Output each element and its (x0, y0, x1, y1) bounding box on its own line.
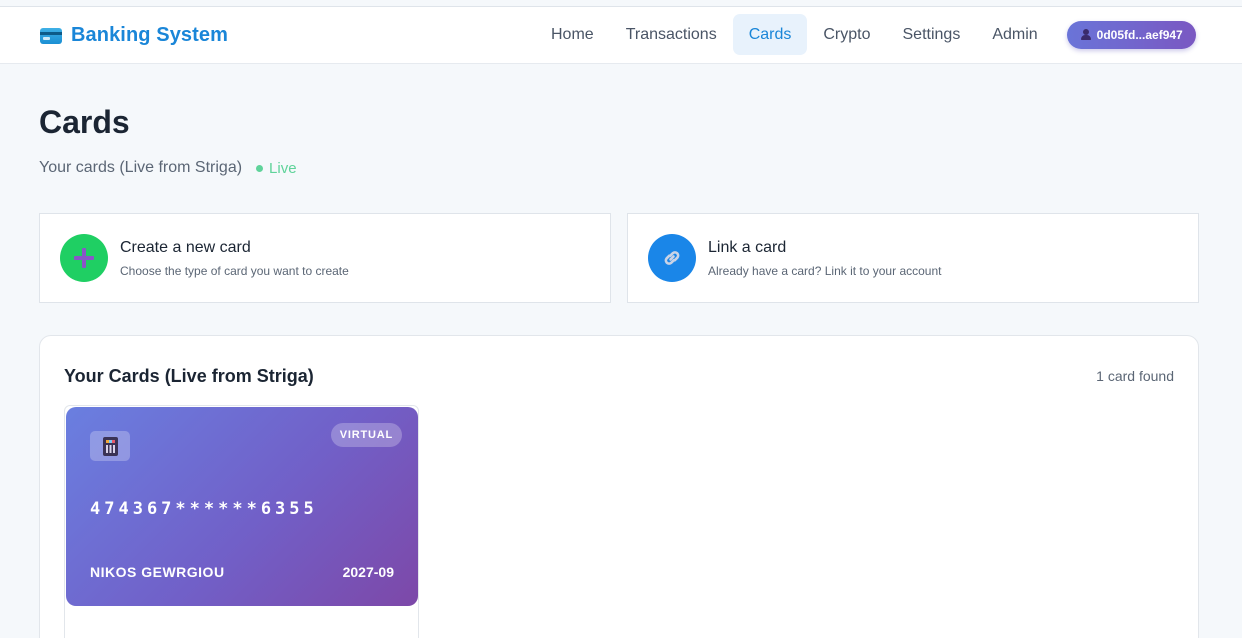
credit-card-icon (40, 27, 62, 44)
create-card-text: Create a new card Choose the type of car… (120, 239, 349, 278)
card-item[interactable]: VIRTUAL 474367******6355 NIKOS GEWRGIOU … (64, 405, 419, 638)
create-card-description: Choose the type of card you want to crea… (120, 263, 349, 278)
link-card-button[interactable]: Link a card Already have a card? Link it… (627, 213, 1199, 303)
live-dot-icon (256, 164, 264, 172)
cards-panel: Your Cards (Live from Striga) 1 card fou… (39, 335, 1199, 638)
user-account-button[interactable]: 0d05fd...aef947 (1066, 20, 1196, 49)
link-card-title: Link a card (708, 238, 787, 256)
plus-icon (74, 248, 94, 268)
nav-item-cards[interactable]: Cards (732, 14, 808, 55)
page-subtitle: Your cards (Live from Striga) Live (39, 159, 297, 177)
navbar: Banking System Home Transactions Cards C… (0, 7, 1242, 64)
card-chip (90, 431, 130, 461)
page-title: Cards (39, 104, 130, 140)
nav-item-settings[interactable]: Settings (887, 14, 977, 55)
card-type-badge: VIRTUAL (330, 423, 402, 447)
nav-item-admin[interactable]: Admin (976, 14, 1053, 55)
brand[interactable]: Banking System (40, 24, 228, 47)
card-expiry: 2027-09 (342, 564, 394, 580)
live-status-label: Live (269, 159, 297, 177)
subtitle-text: Your cards (Live from Striga) (39, 159, 243, 176)
nav-item-transactions[interactable]: Transactions (610, 14, 733, 55)
create-card-icon-circle (60, 234, 108, 282)
card-holder-name: NIKOS GEWRGIOU (90, 564, 225, 580)
create-card-title: Create a new card (120, 238, 251, 256)
link-card-description: Already have a card? Link it to your acc… (708, 263, 942, 278)
user-icon (1080, 29, 1091, 40)
cards-panel-title: Your Cards (Live from Striga) (64, 366, 314, 386)
nav-item-crypto[interactable]: Crypto (807, 14, 886, 55)
calculator-icon (102, 436, 118, 456)
link-icon (664, 251, 680, 265)
nav-item-home[interactable]: Home (535, 14, 610, 55)
link-card-icon-circle (648, 234, 696, 282)
user-id: 0d05fd...aef947 (1096, 27, 1183, 42)
card-number: 474367******6355 (90, 499, 318, 519)
live-status-badge: Live (256, 160, 297, 177)
bank-card[interactable]: VIRTUAL 474367******6355 NIKOS GEWRGIOU … (66, 407, 418, 606)
cards-count: 1 card found (1096, 368, 1174, 384)
main-nav: Home Transactions Cards Crypto Settings … (535, 14, 1196, 55)
app-title: Banking System (71, 24, 229, 46)
link-card-text: Link a card Already have a card? Link it… (708, 239, 941, 278)
create-card-button[interactable]: Create a new card Choose the type of car… (39, 213, 611, 303)
